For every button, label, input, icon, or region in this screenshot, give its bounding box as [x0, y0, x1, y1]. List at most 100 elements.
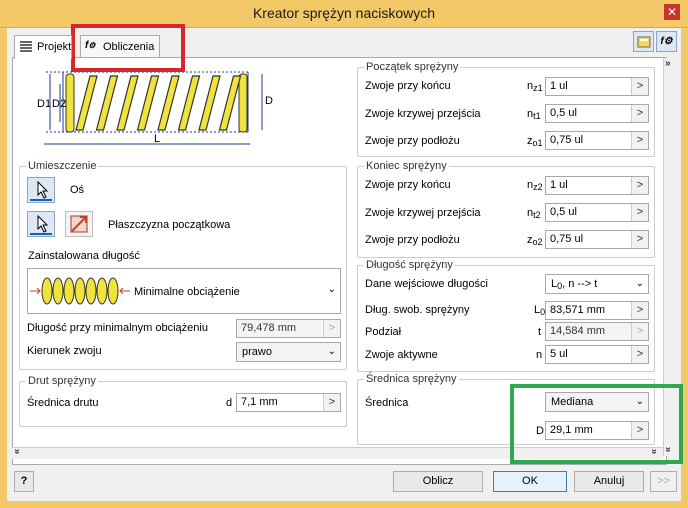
coil-direction-value: prawo [242, 346, 272, 358]
pitch-field: 14,584 mm > [545, 322, 649, 341]
arrow-icon[interactable]: > [631, 346, 648, 363]
min-load-length-value: 79,478 mm [241, 322, 297, 334]
arrow-icon[interactable]: > [631, 231, 648, 248]
window-title: Kreator sprężyn naciskowych [252, 5, 436, 21]
end-transition-coils-symbol: nt2 [527, 207, 541, 220]
settings-icon[interactable] [633, 31, 654, 52]
highlight-obliczenia-tab [71, 24, 185, 72]
wire-diameter-value: 7,1 mm [241, 396, 278, 408]
coil-direction-dropdown[interactable]: prawo ⌄ [236, 342, 341, 362]
installed-length-dropdown[interactable]: Minimalne obciążenie ⌄ [27, 268, 341, 314]
wire-diameter-symbol: d [226, 397, 233, 409]
wire-diameter-label: Średnica drutu [27, 397, 99, 409]
spring-coil [75, 75, 98, 131]
select-axis-button[interactable] [27, 177, 55, 203]
value: 0,75 ul [550, 233, 584, 245]
tab-projekt[interactable]: Projekt [14, 35, 72, 59]
length-input-dropdown[interactable]: L0, n --> t ⌄ [545, 274, 649, 294]
mini-spring-coil [107, 277, 119, 305]
active-coils-field[interactable]: 5 ul > [545, 345, 649, 364]
mini-spring-coil [74, 277, 86, 305]
start-coils-end-symbol: nz1 [527, 80, 543, 93]
diagram-d-label: D [265, 95, 273, 107]
spring-coil [218, 75, 242, 131]
end-coils-end-label: Zwoje przy końcu [365, 179, 451, 191]
pitch-label: Podział [365, 326, 402, 338]
chevrons-down-icon[interactable]: » [11, 449, 22, 455]
flip-arrow-icon [70, 215, 88, 233]
value: 1 ul [550, 80, 568, 92]
length-input-label: Dane wejściowe długości [365, 278, 488, 290]
mini-spring-coil [96, 277, 108, 305]
min-load-spring-icon [30, 277, 130, 305]
end-coils-end-symbol: nz2 [527, 179, 543, 192]
arrow-icon[interactable]: > [631, 78, 648, 95]
arrow-icon[interactable]: > [631, 132, 648, 149]
ok-button[interactable]: OK [493, 471, 567, 492]
diagram-d1-label: D1 [37, 98, 51, 110]
free-length-field[interactable]: 83,571 mm > [545, 301, 649, 320]
start-coils-end-label: Zwoje przy końcu [365, 80, 451, 92]
spring-coil [177, 75, 201, 131]
mini-spring-coil [63, 277, 75, 305]
length-input-rest: , n --> t [562, 278, 598, 290]
mini-spring-coil [85, 277, 97, 305]
end-group-title: Koniec sprężyny [364, 160, 449, 172]
flip-direction-button[interactable] [65, 211, 93, 237]
subscript: o1 [532, 138, 543, 148]
spring-coil [95, 75, 119, 131]
subscript: t2 [533, 210, 541, 220]
end-ground-coils-field[interactable]: 0,75 ul > [545, 230, 649, 249]
arrow-icon[interactable]: > [631, 177, 648, 194]
diagram-d2-label: D2 [52, 98, 66, 110]
value: 1 ul [550, 179, 568, 191]
axis-label: Oś [70, 184, 85, 196]
end-coils-end-field[interactable]: 1 ul > [545, 176, 649, 195]
start-coils-end-field[interactable]: 1 ul > [545, 77, 649, 96]
wire-group-title: Drut sprężyny [26, 375, 98, 387]
arrow-icon[interactable]: > [631, 105, 648, 122]
calculate-button[interactable]: Oblicz [393, 471, 483, 492]
calculation-icon[interactable]: f⚙ [656, 31, 677, 52]
cancel-button[interactable]: Anuluj [574, 471, 644, 492]
installed-length-option: Minimalne obciążenie [134, 286, 240, 298]
spring-coil [198, 75, 221, 131]
free-length-label: Dług. swob. sprężyny [365, 304, 470, 316]
min-load-length-field: 79,478 mm > [236, 319, 341, 338]
tab-projekt-label: Projekt [37, 41, 72, 53]
active-coils-label: Zwoje aktywne [365, 349, 438, 361]
wire-diameter-field[interactable]: 7,1 mm > [236, 393, 341, 412]
more-button[interactable]: >> [650, 471, 677, 492]
wire-diameter-arrow-icon[interactable]: > [323, 394, 340, 411]
mini-spring-coil [52, 277, 64, 305]
arrow-icon[interactable]: > [631, 302, 648, 319]
arrow-icon[interactable]: > [631, 204, 648, 221]
start-transition-coils-symbol: nt1 [527, 108, 541, 121]
end-ground-coils-symbol: zo2 [527, 234, 543, 247]
diagram-l-label: L [154, 133, 160, 145]
window-frame-left [0, 28, 7, 508]
value: 5 ul [550, 348, 568, 360]
min-load-length-label: Długość przy minimalnym obciążeniu [27, 322, 208, 334]
select-start-plane-button[interactable] [27, 211, 55, 237]
end-transition-coils-field[interactable]: 0,5 ul > [545, 203, 649, 222]
close-button[interactable]: ✕ [664, 4, 680, 20]
spring-coil [136, 75, 160, 131]
installed-length-label: Zainstalowana długość [28, 250, 140, 262]
coil-direction-label: Kierunek zwoju [27, 345, 102, 357]
subscript: z2 [533, 182, 543, 192]
spring-coil [116, 75, 139, 131]
help-button[interactable]: ? [14, 471, 34, 492]
chevrons-right-icon[interactable]: » [665, 58, 671, 69]
window-frame-bottom [0, 501, 688, 508]
spring-coil [157, 75, 180, 131]
chevron-down-icon: ⌄ [327, 284, 336, 295]
mini-spring-coil [41, 277, 53, 305]
start-transition-coils-field[interactable]: 0,5 ul > [545, 104, 649, 123]
chevron-down-icon: ⌄ [635, 278, 644, 289]
start-plane-label: Płaszczyzna początkowa [108, 219, 231, 231]
start-ground-coils-symbol: zo1 [527, 135, 543, 148]
subscript: z1 [533, 83, 543, 93]
arrow-icon: > [631, 323, 648, 340]
start-ground-coils-field[interactable]: 0,75 ul > [545, 131, 649, 150]
